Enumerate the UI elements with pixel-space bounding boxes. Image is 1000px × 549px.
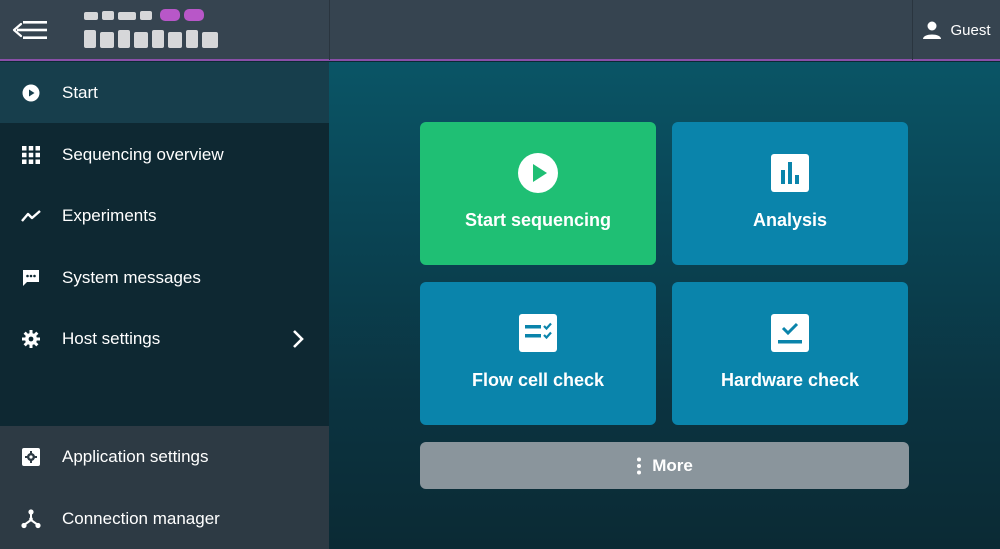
settings-box-icon <box>20 446 42 468</box>
sidebar-item-label: System messages <box>62 267 201 287</box>
trending-line-icon <box>20 205 42 227</box>
tile-label: Flow cell check <box>471 370 605 390</box>
hardware-check-tile[interactable]: Hardware check <box>672 282 908 425</box>
flow-cell-check-tile[interactable]: Flow cell check <box>420 282 656 425</box>
user-name: Guest <box>950 21 991 39</box>
more-label: More <box>652 455 693 475</box>
sidebar-item-start[interactable]: Start <box>0 62 329 123</box>
top-bar: Guest <box>0 0 1000 61</box>
sidebar-item-label: Connection manager <box>62 508 220 528</box>
sidebar-bottom-section: Application settings Connection manager <box>0 426 329 549</box>
sidebar-item-system-messages[interactable]: System messages <box>0 247 329 308</box>
sidebar-item-label: Sequencing overview <box>62 144 224 164</box>
sidebar-item-application-settings[interactable]: Application settings <box>0 426 329 487</box>
network-icon <box>20 508 42 530</box>
check-box-icon <box>771 314 809 352</box>
sidebar-item-label: Experiments <box>62 205 157 225</box>
menu-back-icon <box>12 21 47 39</box>
sidebar-item-sequencing-overview[interactable]: Sequencing overview <box>0 124 329 185</box>
sidebar-item-label: Start <box>62 82 98 102</box>
message-icon <box>20 267 42 289</box>
start-sequencing-tile[interactable]: Start sequencing <box>420 122 656 265</box>
sidebar-item-label: Host settings <box>62 328 161 348</box>
person-icon <box>923 21 942 39</box>
user-menu[interactable]: Guest <box>913 0 1000 60</box>
sidebar-item-host-settings[interactable]: Host settings <box>0 308 329 369</box>
tile-label: Start sequencing <box>464 210 612 230</box>
sidebar-item-label: Application settings <box>62 446 209 466</box>
sidebar: Start Sequencing overview Experiments Sy… <box>0 62 329 549</box>
bar-chart-icon <box>771 154 809 192</box>
tile-label: Hardware check <box>720 370 860 390</box>
tile-label: Analysis <box>752 210 828 230</box>
play-circle-icon <box>20 82 42 104</box>
gear-icon <box>20 328 42 350</box>
play-circle-icon <box>518 153 558 193</box>
chevron-right-icon <box>293 329 304 348</box>
topbar-divider <box>329 0 330 60</box>
analysis-tile[interactable]: Analysis <box>672 122 908 265</box>
checklist-icon <box>519 314 557 352</box>
logo <box>84 9 218 48</box>
sidebar-item-connection-manager[interactable]: Connection manager <box>0 488 329 549</box>
grid-icon <box>20 144 42 166</box>
more-vertical-icon <box>637 457 642 474</box>
menu-toggle-button[interactable] <box>0 0 62 60</box>
sidebar-item-experiments[interactable]: Experiments <box>0 185 329 246</box>
more-button[interactable]: More <box>420 442 909 489</box>
